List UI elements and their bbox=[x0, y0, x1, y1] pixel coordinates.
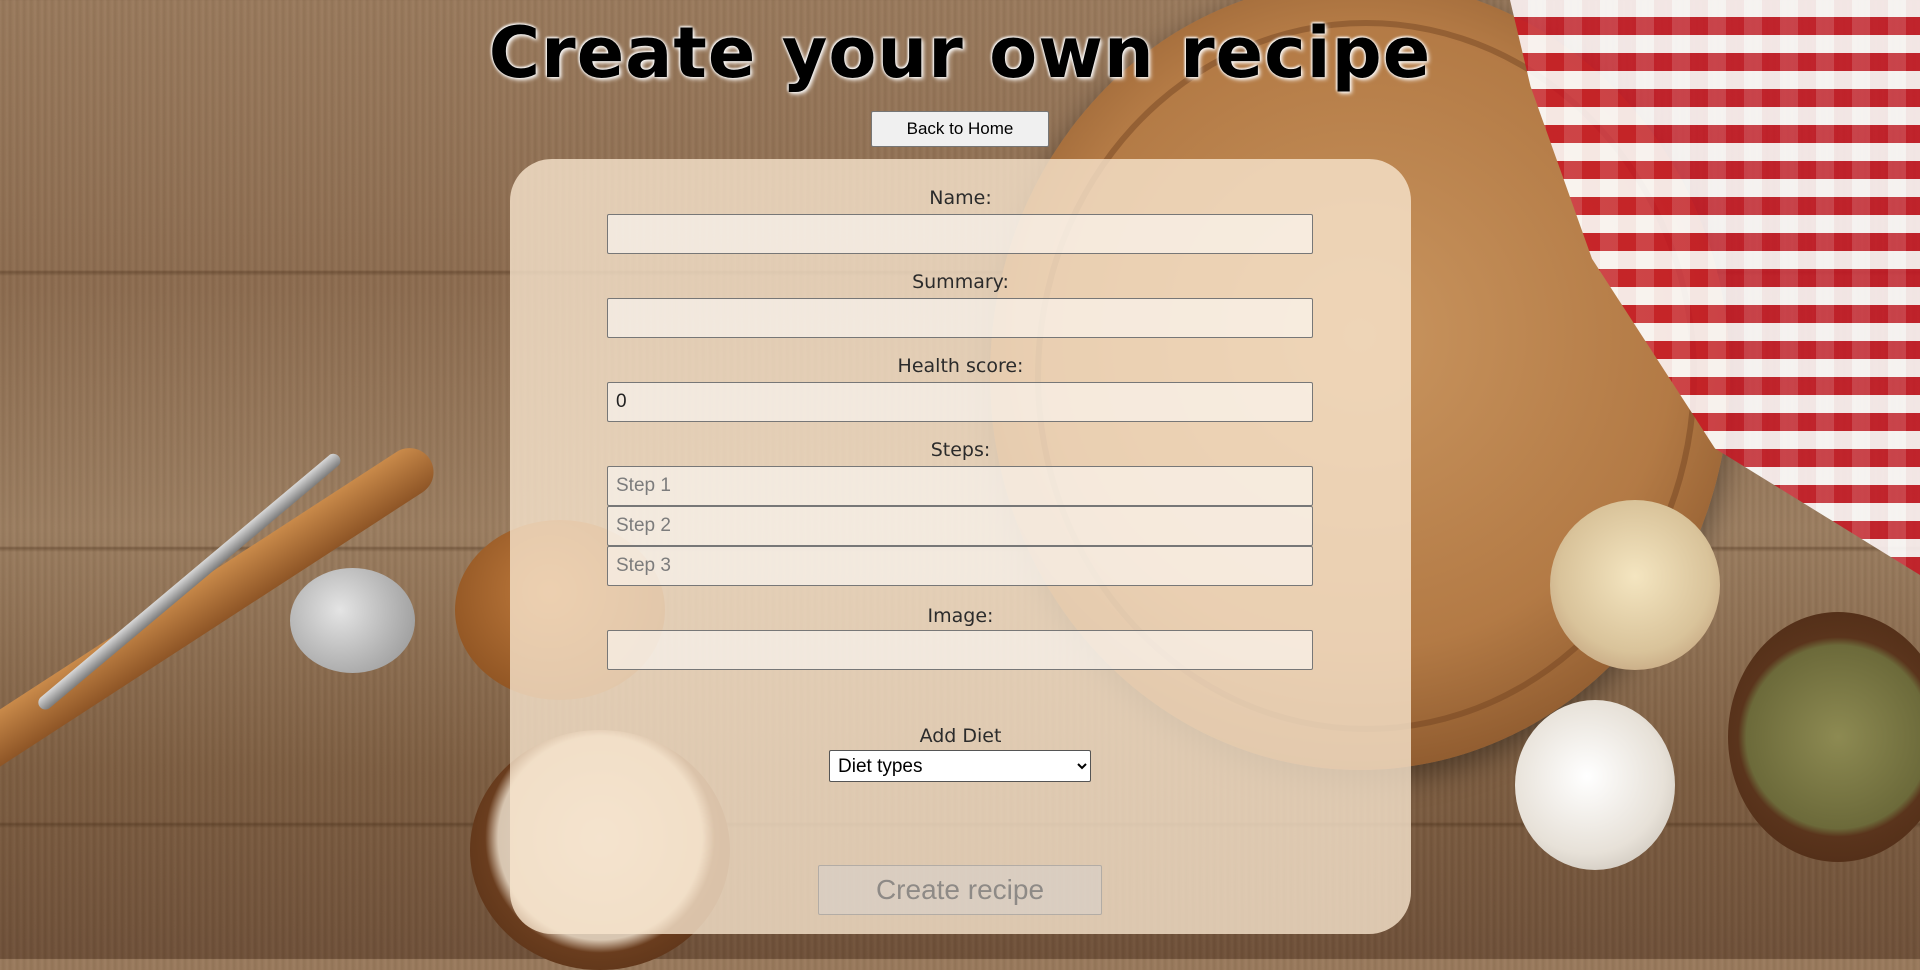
step-1-input[interactable] bbox=[607, 466, 1313, 506]
health-score-input[interactable] bbox=[607, 382, 1313, 422]
steps-label: Steps: bbox=[930, 439, 991, 461]
recipe-form: Name: Summary: Health score: Steps: Imag… bbox=[510, 159, 1411, 934]
name-label: Name: bbox=[929, 187, 992, 209]
wooden-spoon-handle-image bbox=[0, 438, 443, 785]
image-label: Image: bbox=[927, 605, 994, 627]
herb-bowl-image bbox=[1728, 612, 1920, 862]
summary-input[interactable] bbox=[607, 298, 1313, 338]
add-diet-label: Add Diet bbox=[919, 725, 1002, 747]
health-score-label: Health score: bbox=[897, 355, 1024, 377]
garlic-bulb-image bbox=[1550, 500, 1720, 670]
garlic-whole-image bbox=[1515, 700, 1675, 870]
summary-label: Summary: bbox=[912, 271, 1009, 293]
create-recipe-button[interactable]: Create recipe bbox=[818, 865, 1102, 915]
image-input[interactable] bbox=[607, 630, 1313, 670]
silver-spoon-handle-image bbox=[35, 450, 344, 713]
silver-spoon-bowl-image bbox=[290, 568, 415, 673]
back-to-home-button[interactable]: Back to Home bbox=[871, 111, 1049, 147]
diet-select[interactable]: Diet types bbox=[829, 750, 1091, 782]
step-2-input[interactable] bbox=[607, 506, 1313, 546]
name-input[interactable] bbox=[607, 214, 1313, 254]
step-3-input[interactable] bbox=[607, 546, 1313, 586]
page-title: Create your own recipe bbox=[488, 12, 1432, 94]
